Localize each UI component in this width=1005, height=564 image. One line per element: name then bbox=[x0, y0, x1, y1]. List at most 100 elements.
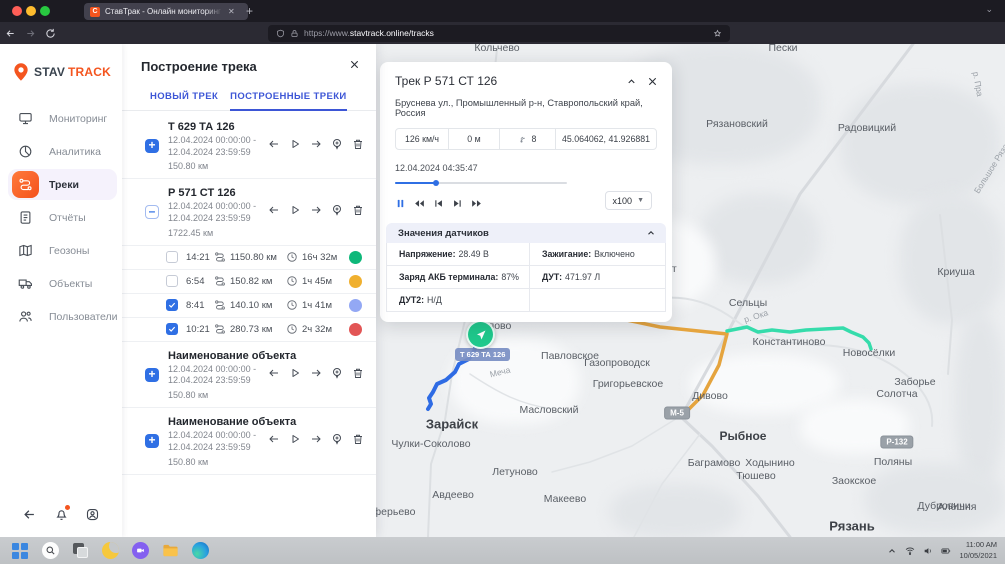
navigation-arrow-icon bbox=[475, 329, 487, 341]
collapse-sidebar-icon[interactable] bbox=[22, 507, 37, 527]
prev-point-icon[interactable] bbox=[268, 138, 280, 150]
play-track-icon[interactable] bbox=[289, 367, 301, 379]
notifications-bell-icon[interactable] bbox=[54, 507, 69, 527]
back-icon[interactable] bbox=[0, 27, 20, 39]
detail-close-icon[interactable] bbox=[647, 76, 658, 87]
segment-checkbox[interactable] bbox=[166, 323, 178, 335]
sensors-collapse-chevron-icon[interactable] bbox=[646, 228, 656, 238]
expand-track-icon[interactable]: + bbox=[145, 368, 159, 382]
wifi-icon[interactable] bbox=[905, 546, 915, 556]
play-track-icon[interactable] bbox=[289, 138, 301, 150]
sidebar-item-reports[interactable]: Отчёты bbox=[0, 201, 122, 234]
prev-point-icon[interactable] bbox=[268, 433, 280, 445]
delete-track-icon[interactable] bbox=[352, 204, 364, 216]
next-point-icon[interactable] bbox=[310, 367, 322, 379]
sidebar-item-analytics[interactable]: Аналитика bbox=[0, 135, 122, 168]
playback-speed-select[interactable]: x100 ▼ bbox=[605, 191, 652, 210]
tab-built-tracks[interactable]: ПОСТРОЕННЫЕ ТРЕКИ bbox=[230, 82, 346, 111]
playback-slider[interactable] bbox=[395, 180, 567, 186]
segment-color-dot bbox=[349, 323, 362, 336]
next-point-icon[interactable] bbox=[310, 138, 322, 150]
segment-checkbox[interactable] bbox=[166, 275, 178, 287]
route-icon bbox=[214, 299, 226, 311]
next-point-icon[interactable] bbox=[310, 433, 322, 445]
window-zoom-button[interactable] bbox=[40, 6, 50, 16]
profile-icon[interactable] bbox=[85, 507, 100, 527]
tray-chevron-up-icon[interactable] bbox=[887, 546, 897, 556]
sidebar-item-tracks[interactable]: Треки bbox=[0, 168, 122, 201]
new-tab-button[interactable]: + bbox=[246, 3, 253, 19]
prev-point-icon[interactable] bbox=[268, 204, 280, 216]
collapse-chevron-icon[interactable] bbox=[626, 76, 637, 87]
track-segment-row: 8:41140.10 км1ч 41м bbox=[122, 293, 376, 317]
tracking-shield-icon[interactable] bbox=[276, 29, 285, 38]
tab-close-icon[interactable]: ✕ bbox=[228, 8, 235, 16]
edge-browser-icon[interactable] bbox=[192, 542, 209, 559]
prev-point-icon[interactable] bbox=[268, 367, 280, 379]
vehicle-marker[interactable] bbox=[466, 320, 495, 349]
play-track-icon[interactable] bbox=[289, 433, 301, 445]
fast-forward-icon[interactable] bbox=[471, 198, 482, 209]
map-label: Макеево bbox=[544, 493, 586, 505]
taskbar-clock[interactable]: 11:00 AM 10/05/2021 bbox=[959, 540, 997, 560]
moon-app-icon[interactable] bbox=[102, 542, 119, 559]
url-bar[interactable]: https://www.stavtrack.online/tracks bbox=[268, 25, 730, 42]
map-label: Рязановский bbox=[706, 118, 768, 130]
sidebar-item-users[interactable]: Пользователи bbox=[0, 300, 122, 333]
expand-track-icon[interactable]: + bbox=[145, 434, 159, 448]
next-point-icon[interactable] bbox=[310, 204, 322, 216]
volume-icon[interactable] bbox=[923, 546, 933, 556]
step-forward-icon[interactable] bbox=[452, 198, 463, 209]
start-icon[interactable] bbox=[12, 542, 29, 560]
sensor-label: ДУТ: bbox=[542, 272, 562, 282]
forward-icon[interactable] bbox=[20, 27, 40, 39]
show-on-map-pin-icon[interactable] bbox=[331, 433, 343, 445]
search-icon[interactable] bbox=[42, 542, 59, 559]
track-list: +Т 629 ТА 12612.04.2024 00:00:00 - 12.04… bbox=[122, 113, 376, 475]
file-explorer-icon[interactable] bbox=[162, 542, 179, 559]
chevron-down-icon: ▼ bbox=[637, 197, 644, 204]
window-minimize-button[interactable] bbox=[26, 6, 36, 16]
sidebar-item-objects[interactable]: Объекты bbox=[0, 267, 122, 300]
segment-checkbox[interactable] bbox=[166, 251, 178, 263]
collapse-track-icon[interactable]: – bbox=[145, 205, 159, 219]
rewind-icon[interactable] bbox=[414, 198, 425, 209]
sensors-header[interactable]: Значения датчиков bbox=[386, 223, 666, 243]
map-road bbox=[552, 417, 679, 472]
task-view-icon[interactable] bbox=[72, 542, 89, 559]
sensor-value: Н/Д bbox=[427, 295, 442, 305]
track-segment-row: 10:21280.73 км2ч 32м bbox=[122, 317, 376, 341]
segment-distance: 150.82 км bbox=[230, 276, 286, 287]
delete-track-icon[interactable] bbox=[352, 367, 364, 379]
browser-tab[interactable]: C СтавТрак - Онлайн мониторинг ✕ bbox=[84, 3, 248, 20]
step-back-icon[interactable] bbox=[433, 198, 444, 209]
segment-checkbox[interactable] bbox=[166, 299, 178, 311]
panel-close-icon[interactable] bbox=[349, 57, 360, 75]
window-close-button[interactable] bbox=[12, 6, 22, 16]
delete-track-icon[interactable] bbox=[352, 433, 364, 445]
battery-icon[interactable] bbox=[941, 546, 951, 556]
slider-handle[interactable] bbox=[433, 180, 439, 186]
video-app-icon[interactable] bbox=[132, 542, 149, 559]
sidebar-item-monitoring[interactable]: Мониторинг bbox=[0, 102, 122, 135]
pause-icon[interactable] bbox=[395, 198, 406, 209]
satellites-value: 8 bbox=[532, 134, 537, 144]
play-track-icon[interactable] bbox=[289, 204, 301, 216]
list-tabs-chevron-icon[interactable]: ⌄ bbox=[985, 4, 993, 15]
track-distance: 150.80 км bbox=[168, 457, 364, 467]
stavtrack-logo[interactable]: STAVTRACK bbox=[0, 44, 122, 96]
sidebar-item-label: Аналитика bbox=[49, 146, 101, 158]
show-on-map-pin-icon[interactable] bbox=[331, 367, 343, 379]
show-on-map-pin-icon[interactable] bbox=[331, 204, 343, 216]
map-label: Чулки-Соколово bbox=[391, 438, 470, 450]
bookmark-star-icon[interactable] bbox=[713, 29, 722, 38]
track-name: Наименование объекта bbox=[168, 350, 364, 362]
analytics-icon bbox=[12, 138, 39, 165]
lock-icon[interactable] bbox=[290, 29, 299, 38]
show-on-map-pin-icon[interactable] bbox=[331, 138, 343, 150]
reload-icon[interactable] bbox=[40, 27, 60, 39]
expand-track-icon[interactable]: + bbox=[145, 139, 159, 153]
delete-track-icon[interactable] bbox=[352, 138, 364, 150]
sidebar-item-geozones[interactable]: Геозоны bbox=[0, 234, 122, 267]
tab-new-track[interactable]: НОВЫЙ ТРЕК bbox=[150, 82, 218, 110]
